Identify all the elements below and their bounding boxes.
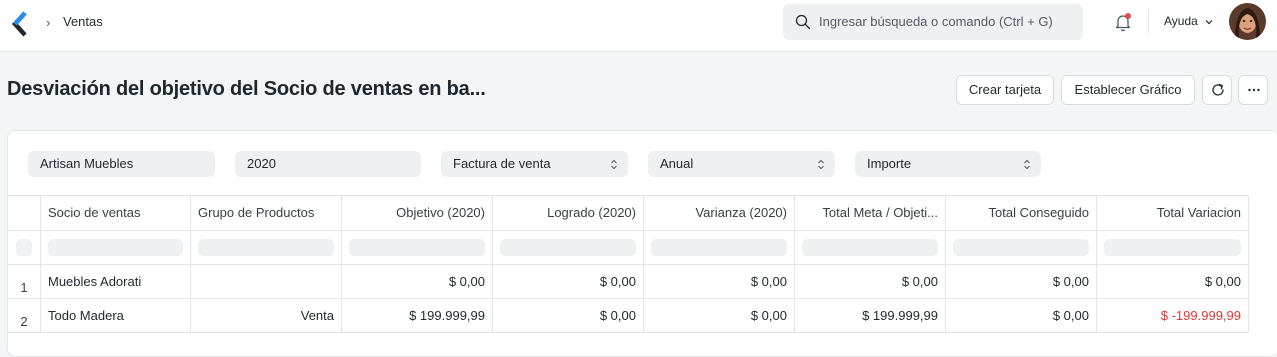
filter-cell	[41, 231, 191, 264]
ellipsis-icon	[1248, 88, 1260, 92]
company-filter[interactable]: Artisan Muebles	[28, 151, 215, 177]
app-logo[interactable]	[11, 11, 29, 37]
report-card: Artisan Muebles 2020 Factura de venta An…	[7, 130, 1277, 357]
group-cell[interactable]: Venta	[191, 299, 342, 332]
filter-input[interactable]	[198, 239, 334, 256]
notification-dot	[1125, 13, 1131, 19]
column-header[interactable]: Socio de ventas	[41, 196, 191, 230]
column-header[interactable]: Total Variacion	[1097, 196, 1249, 230]
target-on-value: Importe	[867, 156, 912, 171]
group-cell[interactable]	[191, 265, 342, 298]
total-achieved-cell[interactable]: $ 0,00	[946, 299, 1097, 332]
chevron-down-icon[interactable]	[1204, 17, 1214, 27]
table-filter-row	[8, 231, 1249, 265]
column-header[interactable]: Objetivo (2020)	[342, 196, 493, 230]
target-cell[interactable]: $ 0,00	[342, 265, 493, 298]
row-index: 2	[8, 299, 41, 332]
row-index: 1	[8, 265, 41, 298]
filter-input[interactable]	[802, 239, 938, 256]
total-achieved-cell[interactable]: $ 0,00	[946, 265, 1097, 298]
filter-cell	[191, 231, 342, 264]
filter-cell	[1097, 231, 1249, 264]
select-arrows-icon	[611, 159, 617, 170]
table-header-row: Socio de ventas Grupo de Productos Objet…	[8, 196, 1249, 231]
filter-input[interactable]	[349, 239, 485, 256]
select-arrows-icon	[818, 159, 824, 170]
partner-cell[interactable]: Muebles Adorati	[41, 265, 191, 298]
breadcrumb-ventas[interactable]: Ventas	[63, 14, 103, 29]
filter-input[interactable]	[1104, 239, 1241, 256]
page-title: Desviación del objetivo del Socio de ven…	[7, 78, 486, 100]
column-header[interactable]: Total Conseguido	[946, 196, 1097, 230]
filter-cell	[342, 231, 493, 264]
filter-input[interactable]	[16, 239, 32, 256]
column-header[interactable]: Varianza (2020)	[644, 196, 795, 230]
filter-cell	[493, 231, 644, 264]
refresh-icon	[1212, 83, 1224, 96]
based-on-select[interactable]: Factura de venta	[441, 151, 628, 177]
filter-cell	[795, 231, 946, 264]
filter-cell	[644, 231, 795, 264]
help-menu[interactable]: Ayuda	[1164, 14, 1198, 28]
period-select[interactable]: Anual	[648, 151, 835, 177]
navbar: › Ventas Ingresar búsqueda o comando (Ct…	[0, 0, 1277, 52]
create-card-button[interactable]: Crear tarjeta	[956, 75, 1054, 105]
filter-input[interactable]	[953, 239, 1089, 256]
filter-cell	[946, 231, 1097, 264]
total-variance-cell[interactable]: $ -199.999,99	[1097, 299, 1249, 332]
total-target-cell[interactable]: $ 199.999,99	[795, 299, 946, 332]
set-chart-button[interactable]: Establecer Gráfico	[1061, 75, 1195, 105]
target-cell[interactable]: $ 199.999,99	[342, 299, 493, 332]
filter-input[interactable]	[48, 239, 183, 256]
table-row[interactable]: 2 Todo Madera Venta $ 199.999,99 $ 0,00 …	[8, 299, 1249, 333]
navbar-divider	[1148, 9, 1149, 33]
column-header[interactable]: Grupo de Productos	[191, 196, 342, 230]
report-table: Socio de ventas Grupo de Productos Objet…	[8, 195, 1249, 333]
search-placeholder: Ingresar búsqueda o comando (Ctrl + G)	[819, 14, 1053, 29]
variance-cell[interactable]: $ 0,00	[644, 265, 795, 298]
fiscal-year-filter[interactable]: 2020	[235, 151, 421, 177]
filter-input[interactable]	[651, 239, 787, 256]
more-options-button[interactable]	[1238, 75, 1268, 105]
variance-cell[interactable]: $ 0,00	[644, 299, 795, 332]
achieved-cell[interactable]: $ 0,00	[493, 299, 644, 332]
search-icon	[795, 14, 811, 30]
column-header[interactable]: Logrado (2020)	[493, 196, 644, 230]
filter-cell	[8, 231, 41, 264]
reload-button[interactable]	[1202, 75, 1232, 105]
filter-input[interactable]	[500, 239, 636, 256]
total-variance-cell[interactable]: $ 0,00	[1097, 265, 1249, 298]
breadcrumb-chevron-icon: ›	[46, 15, 51, 30]
total-target-cell[interactable]: $ 0,00	[795, 265, 946, 298]
target-on-select[interactable]: Importe	[855, 151, 1041, 177]
period-value: Anual	[660, 156, 694, 171]
table-row[interactable]: 1 Muebles Adorati $ 0,00 $ 0,00 $ 0,00 $…	[8, 265, 1249, 299]
achieved-cell[interactable]: $ 0,00	[493, 265, 644, 298]
based-on-value: Factura de venta	[453, 156, 551, 171]
select-arrows-icon	[1024, 159, 1030, 170]
column-header[interactable]: Total Meta / Objeti...	[795, 196, 946, 230]
row-index-header	[8, 196, 41, 230]
partner-cell[interactable]: Todo Madera	[41, 299, 191, 332]
user-avatar[interactable]	[1229, 3, 1266, 40]
search-bar[interactable]: Ingresar búsqueda o comando (Ctrl + G)	[783, 4, 1083, 40]
